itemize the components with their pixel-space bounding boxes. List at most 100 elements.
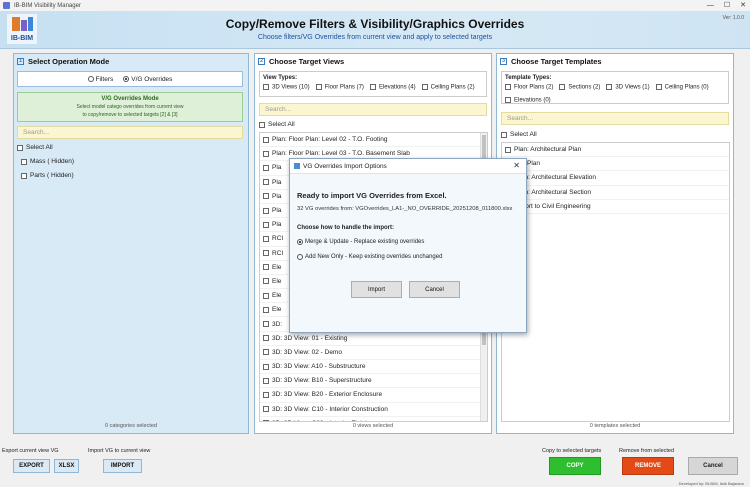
panel-title: Choose Target Templates: [511, 57, 602, 66]
page-subtitle: Choose filters/VG Overrides from current…: [257, 34, 493, 41]
checkbox-icon: [421, 84, 428, 90]
view-type-checkbox[interactable]: Floor Plans (7): [315, 84, 364, 91]
export-button[interactable]: EXPORT: [13, 459, 50, 473]
checkbox-icon: [263, 207, 269, 214]
mode-vg-radio[interactable]: V/G Overrides: [123, 76, 172, 83]
checkbox-icon: [606, 84, 613, 90]
copy-label: Copy to selected targets: [542, 448, 602, 454]
step-number-badge: 3: [500, 58, 507, 65]
checkbox-icon: [17, 144, 23, 151]
add-new-only-radio[interactable]: Add New Only - Keep existing overrides u…: [297, 254, 442, 260]
checkbox-icon: [263, 250, 269, 257]
checkbox-icon: [263, 292, 269, 299]
checkbox-icon: [505, 146, 511, 153]
radio-icon: [87, 75, 94, 82]
categories-search-input[interactable]: Search...: [17, 126, 243, 139]
templates-status: 0 templates selected: [589, 423, 641, 429]
checkbox-icon: [263, 363, 269, 370]
import-options-dialog: VG Overrides Import Options ✕ Ready to i…: [289, 158, 527, 333]
template-type-checkbox[interactable]: Ceiling Plans (0): [655, 84, 709, 91]
operation-mode-panel: 1 Select Operation Mode Filters V/G Over…: [13, 53, 249, 434]
view-type-checkbox[interactable]: 3D Views (10): [263, 84, 310, 91]
checkbox-icon: [505, 96, 511, 103]
view-list-item[interactable]: 3D: 3D View: B10 - Superstructure: [260, 374, 487, 389]
template-list-item[interactable]: Site Plan: [502, 157, 729, 172]
template-type-checkbox[interactable]: Sections (2): [559, 84, 600, 91]
copy-button[interactable]: COPY: [549, 457, 601, 475]
step-number-badge: 1: [17, 58, 24, 65]
radio-selected-icon: [297, 239, 303, 245]
minimize-button[interactable]: —: [707, 0, 714, 11]
view-type-checkbox[interactable]: Elevations (4): [369, 84, 416, 91]
merge-update-radio[interactable]: Merge & Update - Replace existing overri…: [297, 239, 424, 245]
close-window-button[interactable]: ✕: [740, 0, 746, 11]
checkbox-icon: [315, 84, 322, 90]
select-all-templates-checkbox[interactable]: Select All: [501, 131, 537, 138]
target-templates-panel: 3 Choose Target Templates Template Types…: [496, 53, 734, 434]
template-type-checkbox[interactable]: Elevations (0): [505, 96, 551, 103]
checkbox-icon: [263, 150, 269, 157]
category-item[interactable]: Mass ( Hidden): [21, 158, 74, 165]
footer-bar: Export current view VG Import VG to curr…: [0, 441, 750, 487]
view-list-item[interactable]: 3D: 3D View: C20 - Interior Finish: [260, 417, 487, 421]
xlsx-button[interactable]: XLSX: [54, 459, 79, 473]
remove-button[interactable]: REMOVE: [622, 457, 674, 475]
step-number-badge: 2: [258, 58, 265, 65]
info-description-2: to copy/remove to selected targets [2] &…: [82, 112, 178, 118]
checkbox-icon: [505, 84, 511, 90]
category-item[interactable]: Parts ( Hidden): [21, 172, 74, 179]
version-label: Ver: 1.0.0: [722, 15, 744, 21]
dialog-import-button[interactable]: Import: [351, 281, 402, 298]
view-list-item[interactable]: 3D: 3D View: 02 - Demo: [260, 346, 487, 360]
panel-title: Choose Target Views: [269, 57, 345, 66]
template-list-item[interactable]: Plan: Architectural Plan: [502, 143, 729, 158]
view-type-checkbox[interactable]: Ceiling Plans (2): [421, 84, 475, 91]
cancel-button[interactable]: Cancel: [688, 457, 738, 475]
maximize-button[interactable]: ☐: [724, 0, 730, 11]
checkbox-icon: [263, 321, 269, 328]
view-list-item[interactable]: 3D: 3D View: 01 - Existing: [260, 332, 487, 346]
import-label: Import VG to current view: [88, 448, 151, 454]
checkbox-icon: [263, 164, 269, 171]
template-type-checkbox[interactable]: Floor Plans (2): [505, 84, 553, 91]
checkbox-icon: [21, 158, 27, 165]
dialog-cancel-button[interactable]: Cancel: [409, 281, 460, 298]
mode-info-box: V/G Overrides Mode Select model catego o…: [17, 92, 243, 122]
view-list-item[interactable]: 3D: 3D View: C10 - Interior Construction: [260, 403, 487, 417]
checkbox-icon: [263, 136, 269, 143]
radio-selected-icon: [123, 75, 130, 82]
select-all-categories-checkbox[interactable]: Select All: [17, 144, 53, 151]
template-list-item[interactable]: ation: Architectural Section: [502, 186, 729, 200]
view-list-item[interactable]: Plan: Floor Plan: Level 02 - T.O. Footin…: [260, 133, 487, 148]
app-icon: [3, 2, 10, 9]
checkbox-icon: [21, 172, 27, 179]
view-list-item[interactable]: 3D: 3D View: A10 - Substructure: [260, 360, 487, 375]
views-status: 0 views selected: [352, 423, 394, 429]
template-type-checkbox[interactable]: 3D Views (1): [606, 84, 650, 91]
checkbox-icon: [263, 179, 269, 186]
mode-filters-radio[interactable]: Filters: [87, 75, 113, 83]
import-button[interactable]: IMPORT: [103, 459, 142, 473]
export-label: Export current view VG: [2, 448, 59, 454]
info-description-1: Select model catego overrides from curre…: [76, 104, 184, 110]
checkbox-icon: [259, 121, 265, 128]
app-header: IB-BIM Copy/Remove Filters & Visibility/…: [0, 11, 750, 49]
remove-label: Remove from selected: [619, 448, 675, 454]
checkbox-icon: [263, 264, 269, 271]
select-all-views-checkbox[interactable]: Select All: [259, 121, 295, 128]
template-list-item[interactable]: ation: Architectural Elevation: [502, 171, 729, 186]
views-search-input[interactable]: Search...: [259, 103, 487, 116]
checkbox-icon: [263, 391, 269, 398]
template-list-item[interactable]: Export to Civil Engineering: [502, 200, 729, 214]
checkbox-icon: [263, 235, 269, 242]
checkbox-icon: [559, 84, 566, 90]
template-types-label: Template Types:: [505, 75, 552, 81]
developer-credit: Developed by: IB-BIM, Itzik Bajarano: [678, 481, 744, 486]
title-bar: IB-BIM Visibility Manager — ☐ ✕: [0, 0, 750, 11]
dialog-close-icon[interactable]: ✕: [513, 161, 520, 170]
dialog-title: VG Overrides Import Options: [303, 162, 387, 170]
window-title: IB-BIM Visibility Manager: [14, 2, 81, 9]
view-list-item[interactable]: 3D: 3D View: B20 - Exterior Enclosure: [260, 388, 487, 403]
checkbox-icon: [263, 193, 269, 200]
templates-search-input[interactable]: Search...: [501, 112, 729, 125]
